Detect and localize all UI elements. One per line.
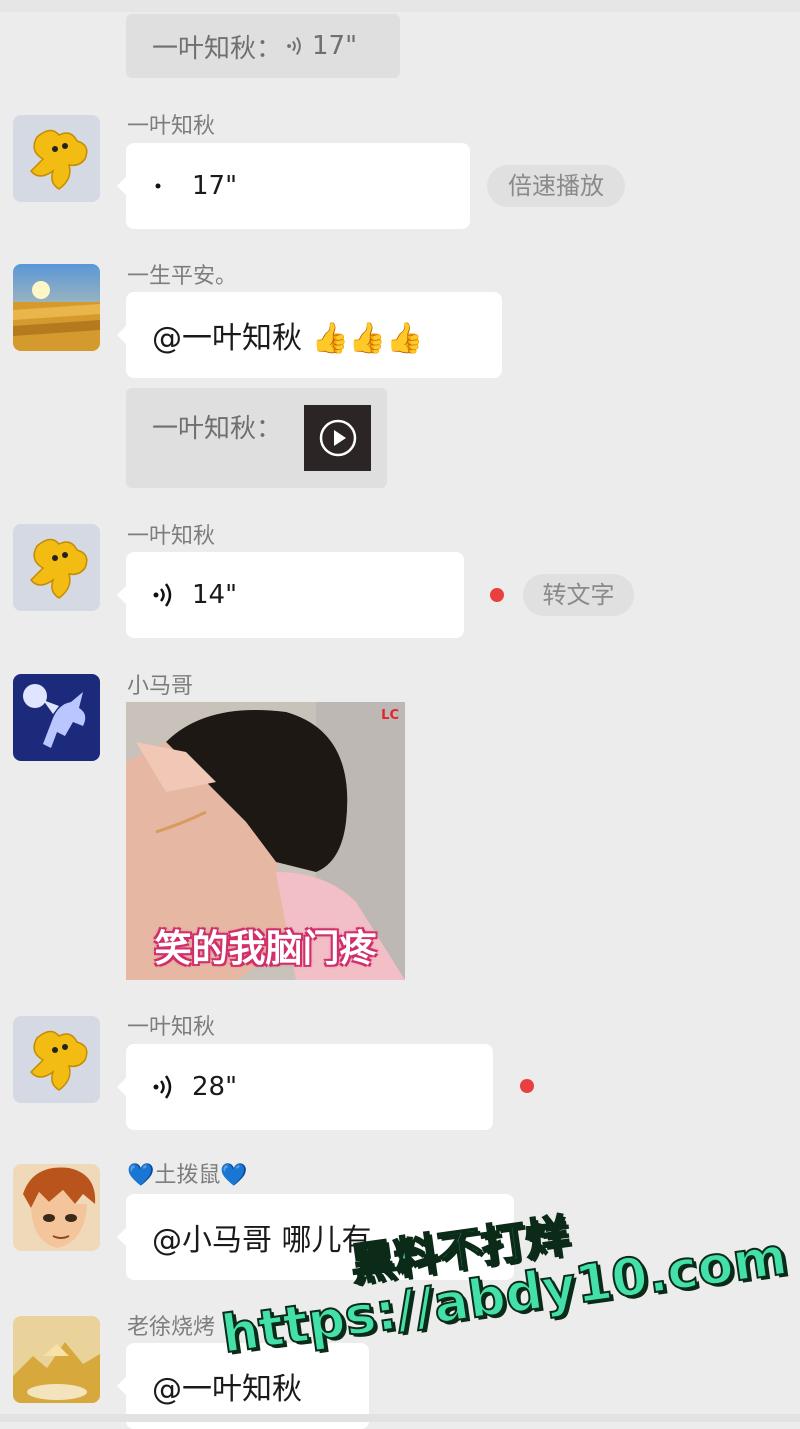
- avatar-laoxu[interactable]: [13, 1316, 100, 1403]
- avatar-yiyezhiqiu[interactable]: [13, 524, 100, 611]
- quote-duration: 17": [312, 31, 358, 61]
- golden-landscape-avatar-icon: [13, 1316, 100, 1403]
- heart-icon: 💙: [220, 1163, 248, 1188]
- yellow-figure-avatar-icon: [13, 1016, 100, 1103]
- voice-message-bubble[interactable]: 17": [117, 143, 470, 229]
- sender-name: 一生平安。: [127, 264, 238, 289]
- sender-name: 💙土拨鼠💙: [127, 1157, 248, 1189]
- yellow-figure-avatar-icon: [13, 524, 100, 611]
- message-text: @小马哥 哪儿有: [152, 1223, 372, 1258]
- voice-wave-icon: [155, 183, 161, 189]
- heart-icon: 💙: [127, 1163, 155, 1188]
- convert-to-text-button[interactable]: 转文字: [523, 574, 634, 616]
- voice-message-bubble[interactable]: 14": [117, 552, 464, 638]
- sender-name: 一叶知秋: [127, 1015, 216, 1040]
- quoted-video-message[interactable]: 一叶知秋：: [126, 388, 387, 488]
- avatar-yishengpingan[interactable]: [13, 264, 100, 351]
- cartoon-boy-avatar-icon: [13, 1164, 100, 1251]
- voice-duration: 17": [192, 171, 238, 201]
- top-divider: [0, 0, 800, 12]
- sender-name: 一叶知秋: [127, 524, 216, 549]
- message-text: @一叶知秋 👍👍👍: [152, 321, 424, 356]
- unread-dot: [490, 588, 504, 602]
- quote-sender: 一叶知秋：: [152, 33, 283, 64]
- play-icon: [319, 419, 356, 457]
- voice-duration: 14": [192, 580, 238, 610]
- sender-name-text: 土拨鼠: [154, 1163, 221, 1188]
- quote-sender: 一叶知秋：: [152, 414, 283, 444]
- voice-wave-icon: [153, 583, 172, 607]
- pegasus-avatar-icon: [13, 674, 100, 761]
- voice-wave-icon: [287, 36, 301, 56]
- quoted-voice-message[interactable]: 一叶知秋： 17": [126, 14, 400, 78]
- message-text: @一叶知秋: [152, 1372, 302, 1407]
- voice-duration: 28": [192, 1072, 238, 1102]
- avatar-xiaomage[interactable]: [13, 674, 100, 761]
- voice-wave-icon: [153, 1075, 172, 1099]
- voice-message-bubble[interactable]: 28": [117, 1044, 493, 1130]
- sticker-caption: 笑的我脑门疼: [154, 927, 377, 970]
- avatar-yiyezhiqiu[interactable]: [13, 1016, 100, 1103]
- wheat-field-avatar-icon: [13, 264, 100, 351]
- video-thumbnail[interactable]: [304, 405, 371, 471]
- sticker-image[interactable]: LC 笑的我脑门疼: [126, 702, 405, 980]
- text-message-bubble[interactable]: @一叶知秋 👍👍👍: [117, 292, 502, 378]
- sender-name: 小马哥: [127, 674, 194, 699]
- sender-name: 一叶知秋: [127, 114, 216, 139]
- sticker-tag: LC: [381, 708, 399, 723]
- unread-dot: [520, 1079, 534, 1093]
- bottom-divider: [0, 1414, 800, 1422]
- avatar-tuboshu[interactable]: [13, 1164, 100, 1251]
- speed-play-button[interactable]: 倍速播放: [487, 165, 625, 207]
- avatar-yiyezhiqiu[interactable]: [13, 115, 100, 202]
- yellow-figure-avatar-icon: [13, 115, 100, 202]
- sender-name: 老徐烧烤: [127, 1315, 216, 1340]
